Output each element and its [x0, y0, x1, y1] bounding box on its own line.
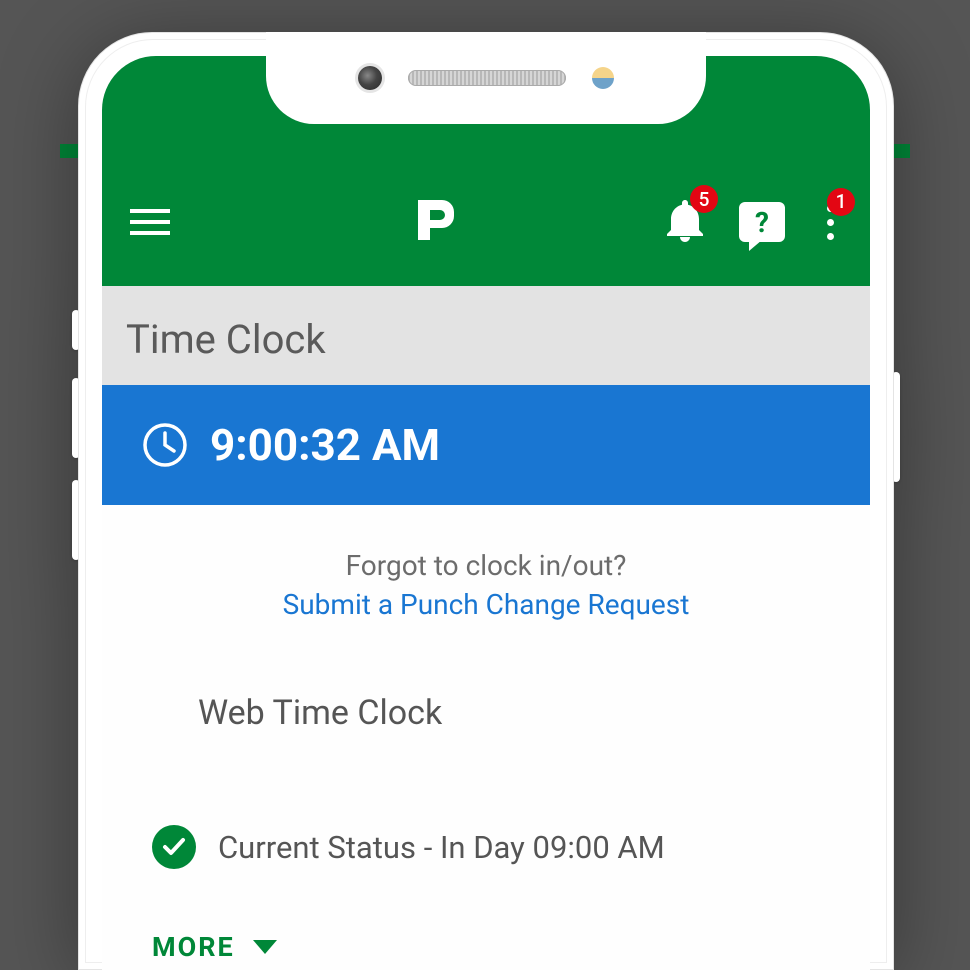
overflow-badge: 1 [827, 188, 855, 216]
current-time: 9:00:32 AM [210, 419, 440, 471]
decorative-stub [892, 144, 910, 158]
content-card: Forgot to clock in/out? Submit a Punch C… [102, 505, 870, 970]
section-title: Web Time Clock [198, 693, 840, 733]
status-row: Current Status - In Day 09:00 AM [152, 825, 840, 869]
forgot-text: Forgot to clock in/out? [132, 549, 840, 582]
current-status-text: Current Status - In Day 09:00 AM [218, 829, 665, 866]
notifications-button[interactable]: 5 [665, 198, 705, 246]
punch-change-request-link[interactable]: Submit a Punch Change Request [132, 588, 840, 621]
help-button[interactable]: ? [739, 202, 785, 242]
screen: 5 ? 1 Time Clock [102, 56, 870, 970]
overflow-menu-button[interactable]: 1 [819, 201, 842, 244]
sensor-icon [592, 67, 614, 89]
help-icon: ? [739, 202, 785, 242]
clock-icon [142, 422, 188, 468]
app-logo [410, 196, 458, 248]
decorative-stub [60, 144, 78, 158]
phone-notch [266, 32, 706, 124]
phone-mockup: 5 ? 1 Time Clock [78, 32, 894, 970]
speaker-icon [408, 70, 566, 86]
page-title: Time Clock [102, 286, 870, 385]
camera-icon [358, 66, 382, 90]
notifications-badge: 5 [690, 185, 718, 213]
check-circle-icon [152, 825, 196, 869]
more-button[interactable]: MORE [132, 931, 840, 970]
current-time-banner: 9:00:32 AM [102, 385, 870, 505]
chevron-down-icon [253, 940, 277, 954]
menu-button[interactable] [130, 209, 170, 235]
more-label: MORE [152, 931, 235, 963]
